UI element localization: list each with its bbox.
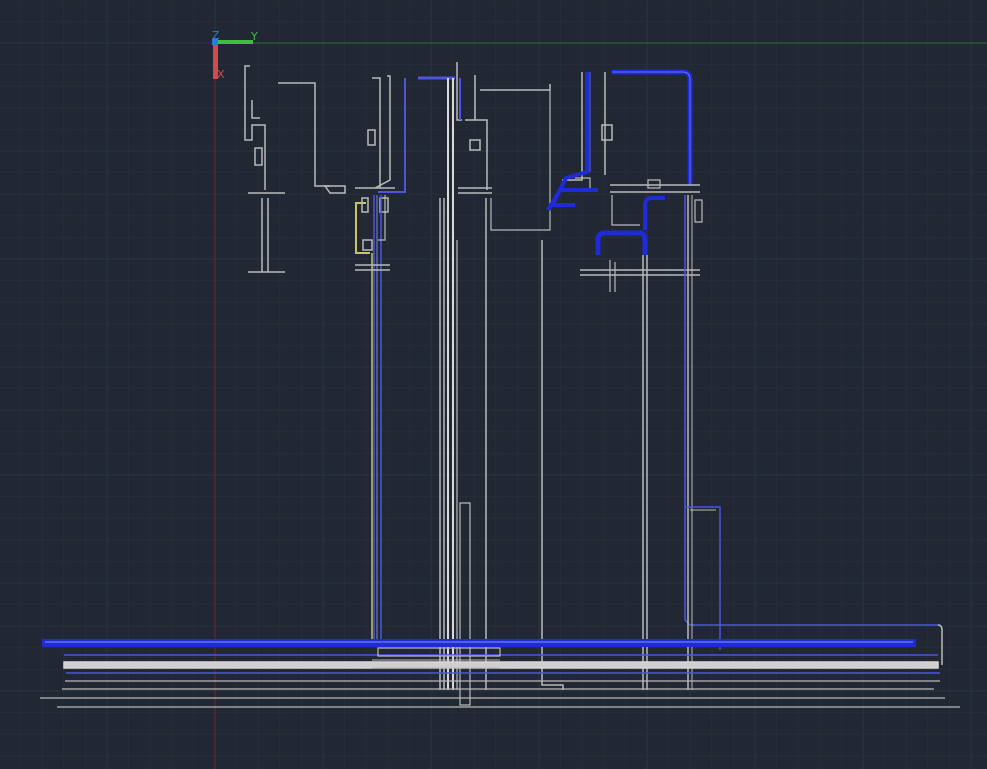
cad-viewport[interactable]: Z Y X	[0, 0, 987, 769]
drawing-canvas[interactable]: Z Y X	[0, 0, 987, 769]
ucs-y-label: Y	[250, 30, 258, 43]
ucs-x-label: X	[217, 68, 225, 81]
ucs-icon[interactable]: Z Y X	[212, 29, 258, 81]
ucs-z-label: Z	[212, 29, 220, 42]
pipe-assembly-center[interactable]	[418, 62, 564, 706]
pipe-assembly-mid-left[interactable]	[323, 75, 406, 640]
pipe-run-bottom[interactable]	[40, 624, 960, 708]
pipe-assembly-right[interactable]	[546, 69, 938, 690]
drawing-grid	[0, 0, 987, 769]
